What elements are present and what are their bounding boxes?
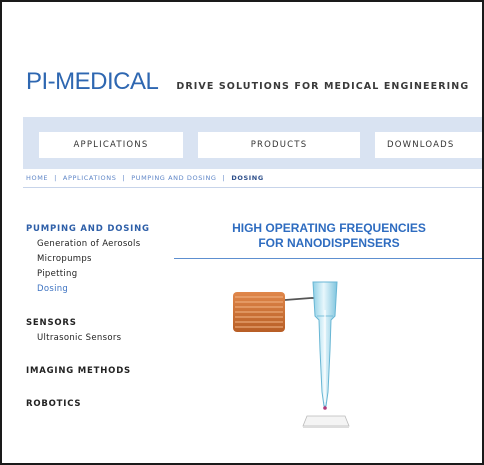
content-title: HIGH OPERATING FREQUENCIES FOR NANODISPE… — [174, 221, 482, 251]
breadcrumb-applications[interactable]: APPLICATIONS — [63, 174, 117, 182]
content-title-divider — [174, 258, 482, 259]
content-title-line-2: FOR NANODISPENSERS — [258, 236, 400, 250]
droplet-icon — [323, 406, 327, 410]
sidebar-item-dosing[interactable]: Dosing — [37, 284, 68, 294]
breadcrumb-separator: | — [222, 174, 226, 182]
sidebar-heading-pumping-and-dosing[interactable]: PUMPING AND DOSING — [26, 224, 150, 234]
sidebar-heading-sensors[interactable]: SENSORS — [26, 318, 77, 328]
sidebar-heading-imaging-methods[interactable]: IMAGING METHODS — [26, 366, 131, 376]
breadcrumb: HOME | APPLICATIONS | PUMPING AND DOSING… — [26, 174, 264, 182]
breadcrumb-pumping-and-dosing[interactable]: PUMPING AND DOSING — [131, 174, 216, 182]
sidebar-item-pipetting[interactable]: Pipetting — [37, 269, 77, 279]
breadcrumb-current-dosing: DOSING — [231, 174, 264, 182]
piezo-actuator-stack — [233, 292, 285, 332]
target-plate — [302, 415, 350, 428]
breadcrumb-separator: | — [54, 174, 57, 182]
site-tagline: DRIVE SOLUTIONS FOR MEDICAL ENGINEERING — [176, 81, 470, 92]
pipette-tip — [312, 281, 338, 407]
nav-tab-applications[interactable]: APPLICATIONS — [39, 132, 183, 158]
nanodispenser-illustration — [233, 281, 350, 428]
nav-tab-downloads[interactable]: DOWNLOADS — [375, 132, 482, 158]
sidebar-item-ultrasonic-sensors[interactable]: Ultrasonic Sensors — [37, 333, 121, 343]
sidebar-heading-robotics[interactable]: ROBOTICS — [26, 399, 81, 409]
nav-tab-products[interactable]: PRODUCTS — [198, 132, 360, 158]
content-title-line-1: HIGH OPERATING FREQUENCIES — [232, 221, 426, 235]
breadcrumb-separator: | — [122, 174, 126, 182]
page-frame: PI-MEDICAL DRIVE SOLUTIONS FOR MEDICAL E… — [0, 0, 484, 465]
breadcrumb-home[interactable]: HOME — [26, 174, 48, 182]
header-brand: PI-MEDICAL DRIVE SOLUTIONS FOR MEDICAL E… — [26, 68, 469, 96]
breadcrumb-divider — [23, 187, 482, 188]
site-logo[interactable]: PI-MEDICAL — [26, 68, 159, 96]
sidebar-item-micropumps[interactable]: Micropumps — [37, 254, 92, 264]
sidebar-item-generation-of-aerosols[interactable]: Generation of Aerosols — [37, 239, 140, 249]
